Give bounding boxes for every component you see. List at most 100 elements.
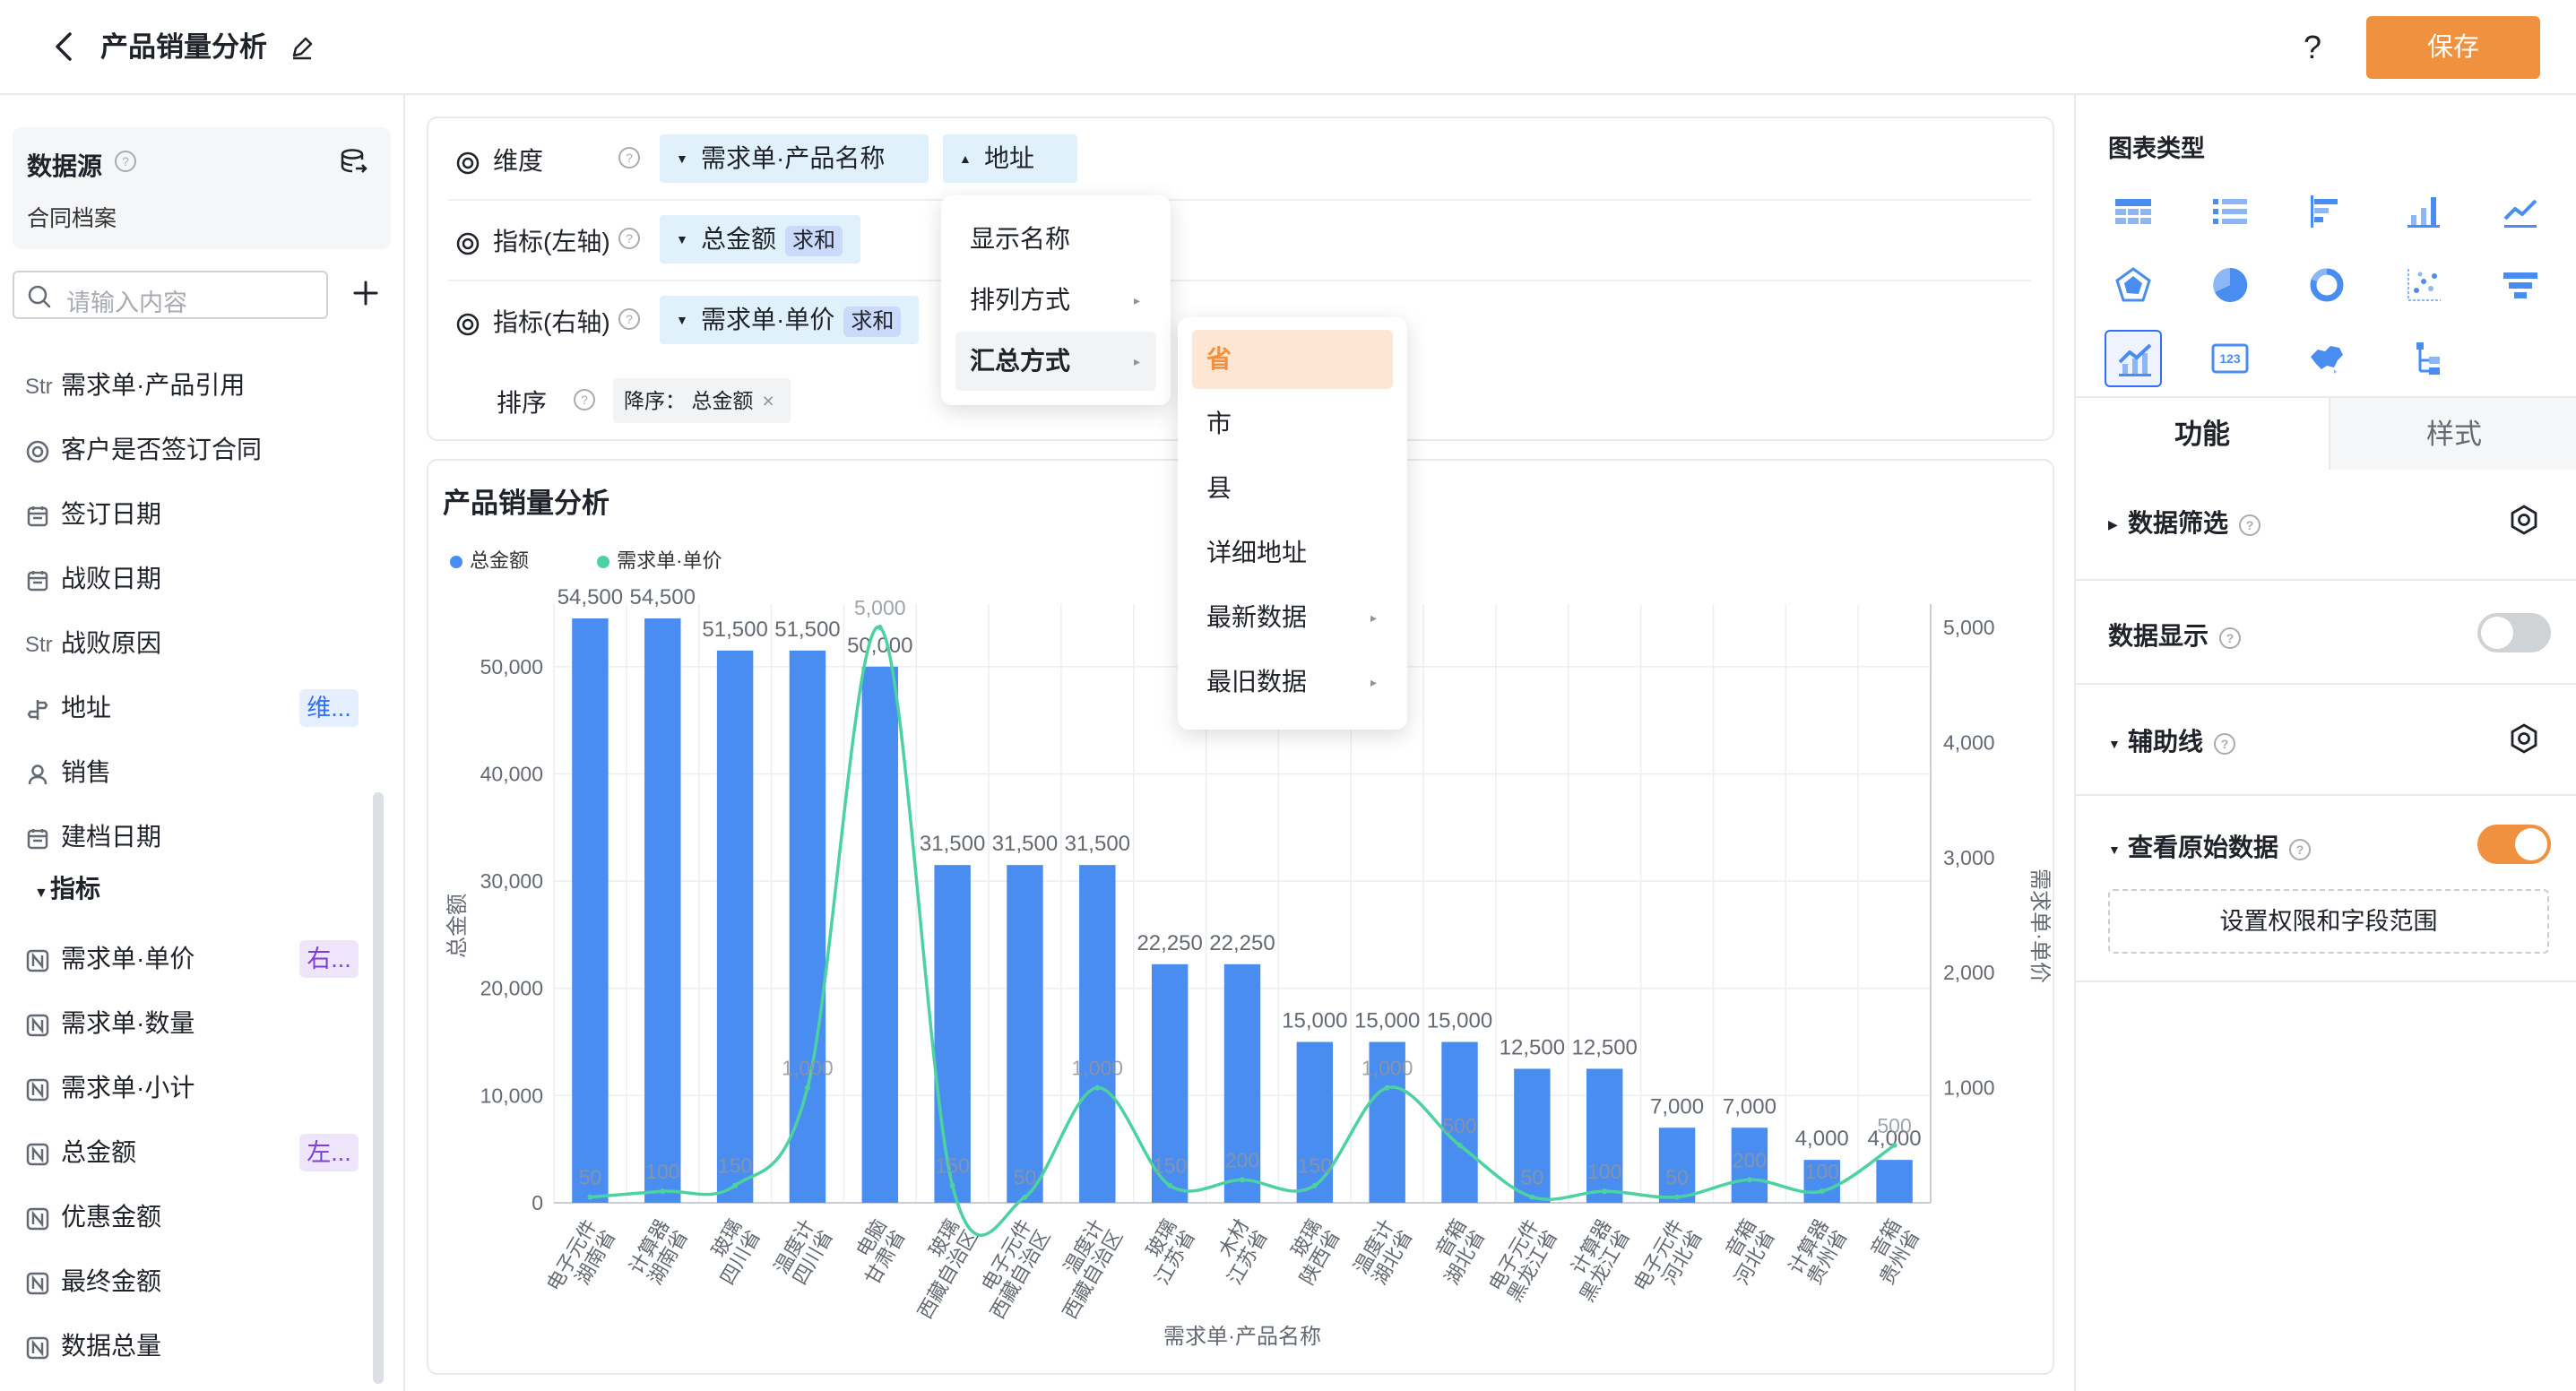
y-tick-label: 10,000	[480, 1084, 543, 1107]
submenu-item-oldest-data[interactable]: 最旧数据 ▸	[1192, 652, 1393, 712]
metric-label: 需求单·小计	[61, 1074, 195, 1102]
data-filter-toggle[interactable]: ▶ 数据筛选?	[2108, 504, 2262, 540]
submenu-item-province[interactable]: 省	[1192, 330, 1393, 389]
search-icon	[27, 284, 52, 309]
right-axis-pill[interactable]: ▼ 需求单·单价 求和	[660, 296, 920, 344]
metric-label: 优惠金额	[61, 1203, 162, 1231]
field-item[interactable]: 地址	[25, 690, 111, 726]
sort-pill[interactable]: 降序： 总金额 ×	[613, 378, 791, 423]
x-tick-label: 计算器贵州省	[1784, 1215, 1851, 1289]
dimension-pill-product[interactable]: ▼ 需求单·产品名称	[660, 134, 929, 183]
chart-type-funnel-icon[interactable]	[2492, 256, 2549, 314]
metric-axis-tag: 右...	[299, 940, 359, 978]
chart-type-table-icon[interactable]	[2105, 183, 2162, 240]
raw-data-toggle-label[interactable]: ▼ 查看原始数据?	[2108, 828, 2312, 864]
add-field-icon[interactable]	[351, 279, 380, 307]
tab-function[interactable]: 功能	[2076, 396, 2329, 470]
chart-type-donut-icon[interactable]	[2298, 256, 2356, 314]
caret-down-icon: ▼	[676, 232, 688, 246]
chart-type-list-icon[interactable]	[2201, 183, 2259, 240]
help-circle-icon[interactable]: ?	[617, 307, 642, 332]
x-tick-label: 音箱贵州省	[1856, 1215, 1923, 1289]
settings-gear-icon[interactable]	[2508, 722, 2540, 755]
help-circle-icon[interactable]: ?	[113, 149, 138, 174]
line-data-label: 200	[1733, 1148, 1767, 1171]
chart-type-pie-icon[interactable]	[2201, 256, 2259, 314]
bar-data-label: 4,000	[1795, 1127, 1849, 1151]
chart-type-line-icon[interactable]	[2492, 183, 2549, 240]
metric-item[interactable]: 最终金额	[25, 1264, 161, 1300]
field-item[interactable]: 建档日期	[25, 819, 161, 855]
set-permission-button[interactable]: 设置权限和字段范围	[2108, 889, 2549, 954]
database-switch-icon[interactable]	[339, 147, 369, 176]
help-circle-icon[interactable]: ?	[572, 387, 597, 412]
chart-type-horizontal-bar-icon[interactable]	[2298, 183, 2356, 240]
number-type-icon	[25, 1206, 61, 1231]
metric-item[interactable]: 数据总量	[25, 1328, 161, 1364]
caret-down-icon: ▼	[2108, 842, 2121, 857]
data-display-toggle[interactable]	[2477, 613, 2551, 652]
raw-data-toggle[interactable]	[2477, 825, 2551, 864]
x-tick-label: 温度计四川省	[770, 1215, 837, 1289]
chart-type-scatter-icon[interactable]	[2395, 256, 2452, 314]
dimension-pill-address[interactable]: ▲ 地址	[943, 134, 1077, 183]
field-search-input[interactable]: 请输入内容	[13, 271, 328, 319]
field-panel: 数据源 ? 合同档案 请输入内容 Str 需求单·产品引用 客户是否签订合同 签订…	[0, 95, 405, 1391]
dimension-options-menu: 显示名称 排列方式 ▸ 汇总方式 ▸	[941, 195, 1171, 405]
menu-item-sort-mode[interactable]: 排列方式 ▸	[955, 271, 1156, 330]
bar-data-label: 31,500	[1065, 832, 1130, 856]
chart-type-combo-icon[interactable]	[2105, 330, 2162, 387]
chart-type-tree-icon[interactable]	[2395, 330, 2452, 387]
help-circle-icon[interactable]: ?	[617, 145, 642, 170]
y-tick-label: 20,000	[480, 977, 543, 1000]
metrics-group-header[interactable]: ▼指标	[34, 869, 100, 905]
y-tick-label: 0	[532, 1191, 543, 1214]
menu-item-aggregate-mode[interactable]: 汇总方式 ▸	[955, 332, 1156, 391]
help-button[interactable]: ?	[2304, 25, 2321, 70]
field-label: 销售	[61, 758, 112, 786]
field-item[interactable]: 签订日期	[25, 497, 161, 532]
save-button[interactable]: 保存	[2366, 16, 2540, 79]
metric-item[interactable]: 需求单·单价	[25, 941, 194, 977]
metric-item[interactable]: 需求单·小计	[25, 1070, 194, 1106]
submenu-item-latest-data[interactable]: 最新数据 ▸	[1192, 588, 1393, 647]
field-label: 建档日期	[61, 823, 162, 851]
close-icon[interactable]: ×	[762, 389, 774, 412]
metric-item[interactable]: 优惠金额	[25, 1199, 161, 1235]
bar-data-label: 15,000	[1282, 1009, 1347, 1033]
chart-type-radar-icon[interactable]	[2105, 256, 2162, 314]
field-item[interactable]: 客户是否签订合同	[25, 432, 262, 468]
x-tick-label: 玻璃四川省	[697, 1215, 765, 1289]
metric-item[interactable]: 总金额	[25, 1135, 136, 1171]
radio-type-icon	[25, 439, 61, 464]
field-item[interactable]: 战败日期	[25, 561, 161, 597]
submenu-item-city[interactable]: 市	[1192, 394, 1393, 454]
chart-type-kpi-icon[interactable]: 123	[2201, 330, 2259, 387]
left-axis-pill[interactable]: ▼ 总金额 求和	[660, 215, 861, 264]
tab-style[interactable]: 样式	[2329, 396, 2576, 470]
y2-tick-label: 4,000	[1943, 730, 1995, 754]
line-point	[1457, 1142, 1463, 1148]
field-item[interactable]: 销售	[25, 755, 111, 791]
field-item[interactable]: Str 战败原因	[25, 626, 161, 661]
settings-gear-icon[interactable]	[2508, 504, 2540, 536]
menu-item-display-name[interactable]: 显示名称	[955, 210, 1156, 269]
submenu-item-county[interactable]: 县	[1192, 459, 1393, 518]
line-data-label: 100	[1805, 1160, 1839, 1183]
line-data-label: 100	[1587, 1160, 1621, 1183]
field-item[interactable]: Str 需求单·产品引用	[25, 367, 245, 403]
help-circle-icon[interactable]: ?	[617, 226, 642, 251]
field-panel-scrollbar[interactable]	[373, 792, 384, 1384]
line-data-label: 50	[1521, 1166, 1544, 1189]
chart-type-bar-icon[interactable]	[2395, 183, 2452, 240]
line-point	[1674, 1194, 1681, 1200]
sort-label: 排序	[497, 389, 548, 417]
chart-type-map-icon[interactable]	[2298, 330, 2356, 387]
back-arrow-icon[interactable]	[52, 30, 77, 63]
bar-data-label: 50,000	[847, 634, 912, 658]
y2-tick-label: 5,000	[1943, 616, 1995, 639]
edit-title-icon[interactable]	[289, 34, 316, 61]
submenu-item-detail-address[interactable]: 详细地址	[1192, 523, 1393, 583]
metric-item[interactable]: 需求单·数量	[25, 1006, 194, 1041]
guide-line-toggle[interactable]: ▼ 辅助线?	[2108, 722, 2237, 758]
